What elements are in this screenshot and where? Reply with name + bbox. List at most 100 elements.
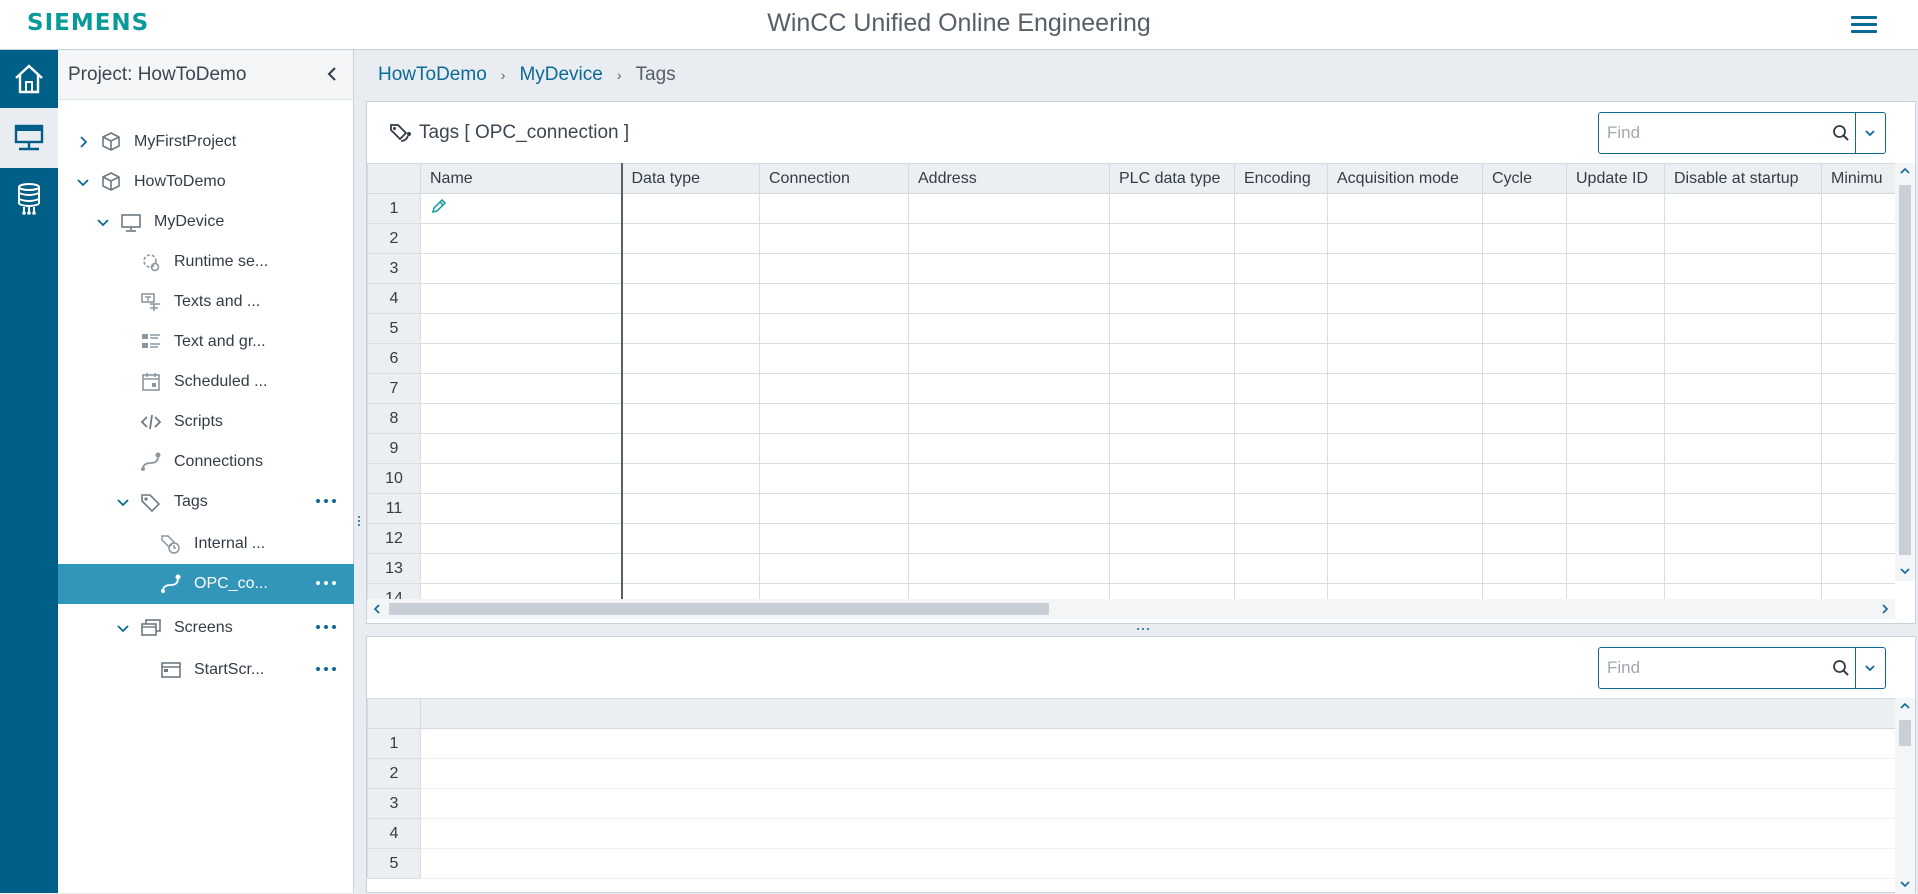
table-cell[interactable] — [420, 493, 623, 524]
tree-item-runtime-se[interactable]: Runtime se... — [58, 242, 354, 282]
table-cell[interactable] — [1234, 493, 1328, 524]
table-cell[interactable] — [1566, 433, 1665, 464]
table-cell[interactable] — [1109, 223, 1235, 254]
table-cell[interactable] — [1109, 343, 1235, 374]
table-cell[interactable] — [1327, 283, 1483, 314]
table-cell[interactable] — [420, 523, 623, 554]
row-number[interactable]: 8 — [367, 403, 421, 434]
table-cell[interactable] — [1327, 433, 1483, 464]
table-cell[interactable] — [621, 253, 760, 284]
table-cell[interactable] — [908, 583, 1110, 599]
table-cell[interactable] — [1234, 403, 1328, 434]
table-cell[interactable] — [1327, 583, 1483, 599]
table-cell[interactable] — [420, 583, 623, 599]
tree-item-scripts[interactable]: Scripts — [58, 402, 354, 442]
table-cell[interactable] — [1109, 583, 1235, 599]
table-cell[interactable] — [908, 253, 1110, 284]
hamburger-menu-icon[interactable] — [1851, 13, 1877, 35]
vertical-splitter[interactable] — [354, 50, 366, 893]
scroll-left-icon[interactable] — [371, 603, 383, 615]
table-cell[interactable] — [1234, 373, 1328, 404]
table-cell[interactable] — [759, 553, 909, 584]
tree-item-screens[interactable]: Screens — [58, 608, 354, 648]
table-cell[interactable] — [759, 403, 909, 434]
table-cell[interactable] — [1664, 553, 1822, 584]
table-cell[interactable] — [1821, 223, 1895, 254]
row-number[interactable]: 1 — [367, 728, 421, 759]
table-cell[interactable] — [1821, 193, 1895, 224]
table-cell[interactable] — [621, 193, 760, 224]
row-number[interactable]: 4 — [367, 818, 421, 849]
breadcrumb-item-mydevice[interactable]: MyDevice — [519, 64, 602, 86]
table-cell[interactable] — [1327, 463, 1483, 494]
table-cell[interactable] — [1234, 553, 1328, 584]
table-cell[interactable] — [1109, 493, 1235, 524]
table-cell[interactable] — [1327, 343, 1483, 374]
chevron-down-icon[interactable] — [116, 621, 130, 635]
horizontal-scroll-thumb[interactable] — [389, 603, 1049, 615]
table-cell[interactable] — [1821, 373, 1895, 404]
scroll-right-icon[interactable] — [1879, 603, 1891, 615]
table-cell[interactable] — [420, 818, 1896, 849]
table-cell[interactable] — [420, 848, 1896, 879]
table-cell[interactable] — [1482, 193, 1567, 224]
table-cell[interactable] — [1234, 583, 1328, 599]
scroll-up-icon[interactable] — [1899, 165, 1911, 177]
table-cell[interactable] — [1566, 583, 1665, 599]
table-cell[interactable] — [1821, 343, 1895, 374]
find-options-chevron-down-icon[interactable] — [1856, 113, 1885, 153]
table-cell[interactable] — [1664, 403, 1822, 434]
horizontal-splitter[interactable] — [366, 624, 1916, 636]
table-cell[interactable] — [1482, 553, 1567, 584]
row-number[interactable]: 9 — [367, 433, 421, 464]
table-cell[interactable] — [759, 223, 909, 254]
scroll-down-icon[interactable] — [1899, 565, 1911, 577]
table-cell[interactable] — [1482, 493, 1567, 524]
table-cell[interactable] — [1109, 403, 1235, 434]
table-cell[interactable] — [759, 253, 909, 284]
lower-vertical-scroll-thumb[interactable] — [1899, 720, 1911, 746]
table-cell[interactable] — [759, 583, 909, 599]
table-cell[interactable] — [1234, 463, 1328, 494]
column-header-encoding[interactable]: Encoding — [1234, 163, 1328, 194]
table-cell[interactable] — [1234, 433, 1328, 464]
tree-item-startscr[interactable]: StartScr... — [58, 650, 354, 690]
tree-item-mydevice[interactable]: MyDevice — [58, 202, 354, 242]
table-cell[interactable] — [1327, 403, 1483, 434]
table-cell[interactable] — [1482, 463, 1567, 494]
row-number[interactable]: 11 — [367, 493, 421, 524]
collapse-panel-icon[interactable] — [321, 62, 343, 86]
tree-item-myfirstproject[interactable]: MyFirstProject — [58, 122, 354, 162]
table-cell[interactable] — [1664, 373, 1822, 404]
chevron-down-icon[interactable] — [76, 175, 90, 189]
table-cell[interactable] — [759, 193, 909, 224]
vertical-scroll-thumb[interactable] — [1899, 185, 1911, 555]
tree-item-tags[interactable]: Tags — [58, 482, 354, 522]
table-cell[interactable] — [621, 553, 760, 584]
table-cell[interactable] — [1664, 313, 1822, 344]
table-cell[interactable] — [759, 343, 909, 374]
table-cell[interactable] — [1482, 373, 1567, 404]
table-cell[interactable] — [1327, 223, 1483, 254]
table-cell[interactable] — [1821, 313, 1895, 344]
edit-pencil-icon[interactable] — [430, 197, 448, 215]
row-number[interactable]: 2 — [367, 223, 421, 254]
table-cell[interactable] — [759, 283, 909, 314]
row-number[interactable]: 2 — [367, 758, 421, 789]
row-number[interactable]: 1 — [367, 193, 421, 224]
table-cell[interactable] — [1821, 463, 1895, 494]
table-cell[interactable] — [1664, 523, 1822, 554]
row-number[interactable]: 5 — [367, 313, 421, 344]
tree-item-text-and-gr[interactable]: Text and gr... — [58, 322, 354, 362]
table-cell[interactable] — [1566, 373, 1665, 404]
table-cell[interactable] — [621, 583, 760, 599]
database-button[interactable] — [0, 170, 58, 228]
table-cell[interactable] — [621, 493, 760, 524]
table-cell[interactable] — [1327, 553, 1483, 584]
more-options-icon[interactable] — [316, 661, 336, 677]
table-cell[interactable] — [1821, 253, 1895, 284]
table-cell[interactable] — [1109, 253, 1235, 284]
table-cell[interactable] — [1109, 373, 1235, 404]
table-cell[interactable] — [420, 758, 1896, 789]
chevron-down-icon[interactable] — [96, 215, 110, 229]
